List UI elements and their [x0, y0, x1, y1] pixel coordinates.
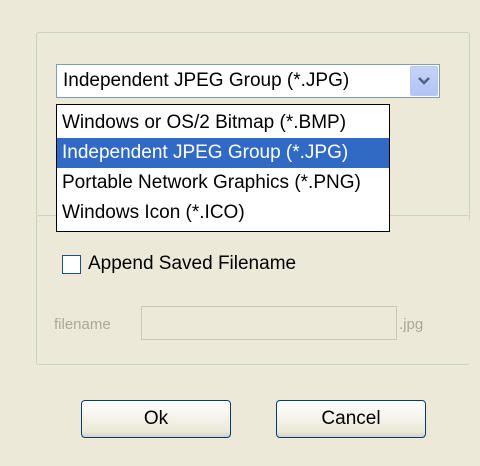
format-option-png[interactable]: Portable Network Graphics (*.PNG)	[57, 168, 389, 198]
format-option-bmp[interactable]: Windows or OS/2 Bitmap (*.BMP)	[57, 108, 389, 138]
ok-button[interactable]: Ok	[81, 400, 231, 438]
image-format-selected-value: Independent JPEG Group (*.JPG)	[63, 70, 350, 91]
append-filename-label[interactable]: Append Saved Filename	[88, 253, 296, 275]
file-extension-label: .jpg	[399, 316, 424, 333]
format-option-jpg[interactable]: Independent JPEG Group (*.JPG)	[57, 138, 389, 168]
cancel-button[interactable]: Cancel	[276, 400, 426, 438]
filename-input[interactable]	[141, 306, 397, 340]
image-format-combobox[interactable]: Independent JPEG Group (*.JPG)	[56, 64, 440, 98]
filename-label: filename	[54, 316, 111, 333]
append-filename-checkbox[interactable]	[62, 254, 81, 274]
filename-group-box	[36, 215, 470, 365]
chevron-down-icon[interactable]	[410, 66, 438, 96]
append-filename-row: Append Saved Filename	[62, 253, 296, 275]
format-option-ico[interactable]: Windows Icon (*.ICO)	[57, 198, 389, 228]
image-format-dropdown-list: Windows or OS/2 Bitmap (*.BMP) Independe…	[56, 104, 390, 232]
